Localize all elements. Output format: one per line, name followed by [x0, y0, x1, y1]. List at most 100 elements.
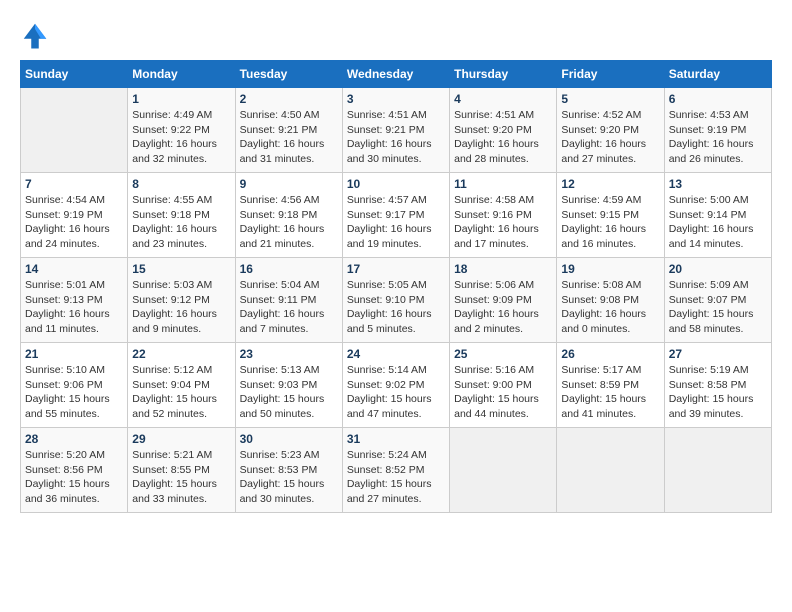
cell-info: Sunrise: 5:08 AMSunset: 9:08 PMDaylight:… — [561, 278, 659, 337]
cell-info: Sunrise: 4:52 AMSunset: 9:20 PMDaylight:… — [561, 108, 659, 167]
header-friday: Friday — [557, 61, 664, 88]
calendar-cell: 9 Sunrise: 4:56 AMSunset: 9:18 PMDaylight… — [235, 173, 342, 258]
cell-info: Sunrise: 5:21 AMSunset: 8:55 PMDaylight:… — [132, 448, 230, 507]
calendar-cell: 2 Sunrise: 4:50 AMSunset: 9:21 PMDaylight… — [235, 88, 342, 173]
day-number: 29 — [132, 432, 230, 446]
calendar-cell: 19 Sunrise: 5:08 AMSunset: 9:08 PMDayligh… — [557, 258, 664, 343]
cell-info: Sunrise: 5:13 AMSunset: 9:03 PMDaylight:… — [240, 363, 338, 422]
cell-info: Sunrise: 4:56 AMSunset: 9:18 PMDaylight:… — [240, 193, 338, 252]
day-number: 9 — [240, 177, 338, 191]
day-number: 24 — [347, 347, 445, 361]
calendar-cell: 23 Sunrise: 5:13 AMSunset: 9:03 PMDayligh… — [235, 343, 342, 428]
logo — [20, 20, 54, 50]
day-number: 5 — [561, 92, 659, 106]
calendar-cell: 29 Sunrise: 5:21 AMSunset: 8:55 PMDayligh… — [128, 428, 235, 513]
header-monday: Monday — [128, 61, 235, 88]
calendar-cell: 6Sunrise: 4:53 AMSunset: 9:19 PMDaylight… — [664, 88, 771, 173]
header-wednesday: Wednesday — [342, 61, 449, 88]
cell-info: Sunrise: 5:14 AMSunset: 9:02 PMDaylight:… — [347, 363, 445, 422]
cell-info: Sunrise: 4:54 AMSunset: 9:19 PMDaylight:… — [25, 193, 123, 252]
calendar-cell: 26 Sunrise: 5:17 AMSunset: 8:59 PMDayligh… — [557, 343, 664, 428]
cell-info: Sunrise: 5:16 AMSunset: 9:00 PMDaylight:… — [454, 363, 552, 422]
calendar-cell: 7 Sunrise: 4:54 AMSunset: 9:19 PMDaylight… — [21, 173, 128, 258]
logo-icon — [20, 20, 50, 50]
calendar-cell: 8 Sunrise: 4:55 AMSunset: 9:18 PMDaylight… — [128, 173, 235, 258]
calendar-cell: 24 Sunrise: 5:14 AMSunset: 9:02 PMDayligh… — [342, 343, 449, 428]
day-number: 25 — [454, 347, 552, 361]
cell-info: Sunrise: 4:50 AMSunset: 9:21 PMDaylight:… — [240, 108, 338, 167]
week-row-3: 14 Sunrise: 5:01 AMSunset: 9:13 PMDayligh… — [21, 258, 772, 343]
cell-info: Sunrise: 4:55 AMSunset: 9:18 PMDaylight:… — [132, 193, 230, 252]
calendar-cell: 31Sunrise: 5:24 AMSunset: 8:52 PMDayligh… — [342, 428, 449, 513]
calendar-cell: 12 Sunrise: 4:59 AMSunset: 9:15 PMDayligh… — [557, 173, 664, 258]
header-sunday: Sunday — [21, 61, 128, 88]
calendar-cell: 5 Sunrise: 4:52 AMSunset: 9:20 PMDaylight… — [557, 88, 664, 173]
cell-info: Sunrise: 5:05 AMSunset: 9:10 PMDaylight:… — [347, 278, 445, 337]
day-number: 3 — [347, 92, 445, 106]
cell-info: Sunrise: 5:19 AMSunset: 8:58 PMDaylight:… — [669, 363, 767, 422]
day-number: 22 — [132, 347, 230, 361]
cell-info: Sunrise: 5:20 AMSunset: 8:56 PMDaylight:… — [25, 448, 123, 507]
calendar-cell: 4 Sunrise: 4:51 AMSunset: 9:20 PMDaylight… — [450, 88, 557, 173]
header-thursday: Thursday — [450, 61, 557, 88]
day-number: 8 — [132, 177, 230, 191]
day-number: 17 — [347, 262, 445, 276]
cell-info: Sunrise: 4:57 AMSunset: 9:17 PMDaylight:… — [347, 193, 445, 252]
cell-info: Sunrise: 4:59 AMSunset: 9:15 PMDaylight:… — [561, 193, 659, 252]
day-number: 26 — [561, 347, 659, 361]
day-number: 1 — [132, 92, 230, 106]
day-number: 18 — [454, 262, 552, 276]
calendar-cell: 25 Sunrise: 5:16 AMSunset: 9:00 PMDayligh… — [450, 343, 557, 428]
day-number: 15 — [132, 262, 230, 276]
day-number: 31 — [347, 432, 445, 446]
cell-info: Sunrise: 5:01 AMSunset: 9:13 PMDaylight:… — [25, 278, 123, 337]
day-number: 11 — [454, 177, 552, 191]
cell-info: Sunrise: 5:10 AMSunset: 9:06 PMDaylight:… — [25, 363, 123, 422]
day-number: 6 — [669, 92, 767, 106]
day-number: 7 — [25, 177, 123, 191]
day-number: 16 — [240, 262, 338, 276]
calendar-cell: 15 Sunrise: 5:03 AMSunset: 9:12 PMDayligh… — [128, 258, 235, 343]
calendar-cell: 21 Sunrise: 5:10 AMSunset: 9:06 PMDayligh… — [21, 343, 128, 428]
day-number: 23 — [240, 347, 338, 361]
day-number: 13 — [669, 177, 767, 191]
week-row-5: 28Sunrise: 5:20 AMSunset: 8:56 PMDayligh… — [21, 428, 772, 513]
day-number: 2 — [240, 92, 338, 106]
calendar-cell: 22 Sunrise: 5:12 AMSunset: 9:04 PMDayligh… — [128, 343, 235, 428]
cell-info: Sunrise: 5:17 AMSunset: 8:59 PMDaylight:… — [561, 363, 659, 422]
calendar-cell: 11 Sunrise: 4:58 AMSunset: 9:16 PMDayligh… — [450, 173, 557, 258]
day-number: 21 — [25, 347, 123, 361]
calendar-cell: 20 Sunrise: 5:09 AMSunset: 9:07 PMDayligh… — [664, 258, 771, 343]
cell-info: Sunrise: 4:49 AMSunset: 9:22 PMDaylight:… — [132, 108, 230, 167]
cell-info: Sunrise: 5:09 AMSunset: 9:07 PMDaylight:… — [669, 278, 767, 337]
calendar-cell — [450, 428, 557, 513]
calendar-cell — [21, 88, 128, 173]
cell-info: Sunrise: 4:51 AMSunset: 9:21 PMDaylight:… — [347, 108, 445, 167]
calendar-cell — [664, 428, 771, 513]
cell-info: Sunrise: 5:06 AMSunset: 9:09 PMDaylight:… — [454, 278, 552, 337]
day-number: 19 — [561, 262, 659, 276]
header-tuesday: Tuesday — [235, 61, 342, 88]
cell-info: Sunrise: 4:58 AMSunset: 9:16 PMDaylight:… — [454, 193, 552, 252]
cell-info: Sunrise: 5:12 AMSunset: 9:04 PMDaylight:… — [132, 363, 230, 422]
calendar-cell: 1 Sunrise: 4:49 AMSunset: 9:22 PMDaylight… — [128, 88, 235, 173]
cell-info: Sunrise: 5:03 AMSunset: 9:12 PMDaylight:… — [132, 278, 230, 337]
cell-info: Sunrise: 5:23 AMSunset: 8:53 PMDaylight:… — [240, 448, 338, 507]
calendar-cell: 17 Sunrise: 5:05 AMSunset: 9:10 PMDayligh… — [342, 258, 449, 343]
cell-info: Sunrise: 5:00 AMSunset: 9:14 PMDaylight:… — [669, 193, 767, 252]
calendar-header-row: SundayMondayTuesdayWednesdayThursdayFrid… — [21, 61, 772, 88]
cell-info: Sunrise: 4:51 AMSunset: 9:20 PMDaylight:… — [454, 108, 552, 167]
day-number: 20 — [669, 262, 767, 276]
day-number: 12 — [561, 177, 659, 191]
day-number: 30 — [240, 432, 338, 446]
calendar-cell: 18 Sunrise: 5:06 AMSunset: 9:09 PMDayligh… — [450, 258, 557, 343]
cell-info: Sunrise: 5:04 AMSunset: 9:11 PMDaylight:… — [240, 278, 338, 337]
calendar-table: SundayMondayTuesdayWednesdayThursdayFrid… — [20, 60, 772, 513]
calendar-cell: 10Sunrise: 4:57 AMSunset: 9:17 PMDayligh… — [342, 173, 449, 258]
page-header — [20, 20, 772, 50]
day-number: 14 — [25, 262, 123, 276]
header-saturday: Saturday — [664, 61, 771, 88]
week-row-1: 1 Sunrise: 4:49 AMSunset: 9:22 PMDaylight… — [21, 88, 772, 173]
day-number: 4 — [454, 92, 552, 106]
calendar-cell: 30 Sunrise: 5:23 AMSunset: 8:53 PMDayligh… — [235, 428, 342, 513]
